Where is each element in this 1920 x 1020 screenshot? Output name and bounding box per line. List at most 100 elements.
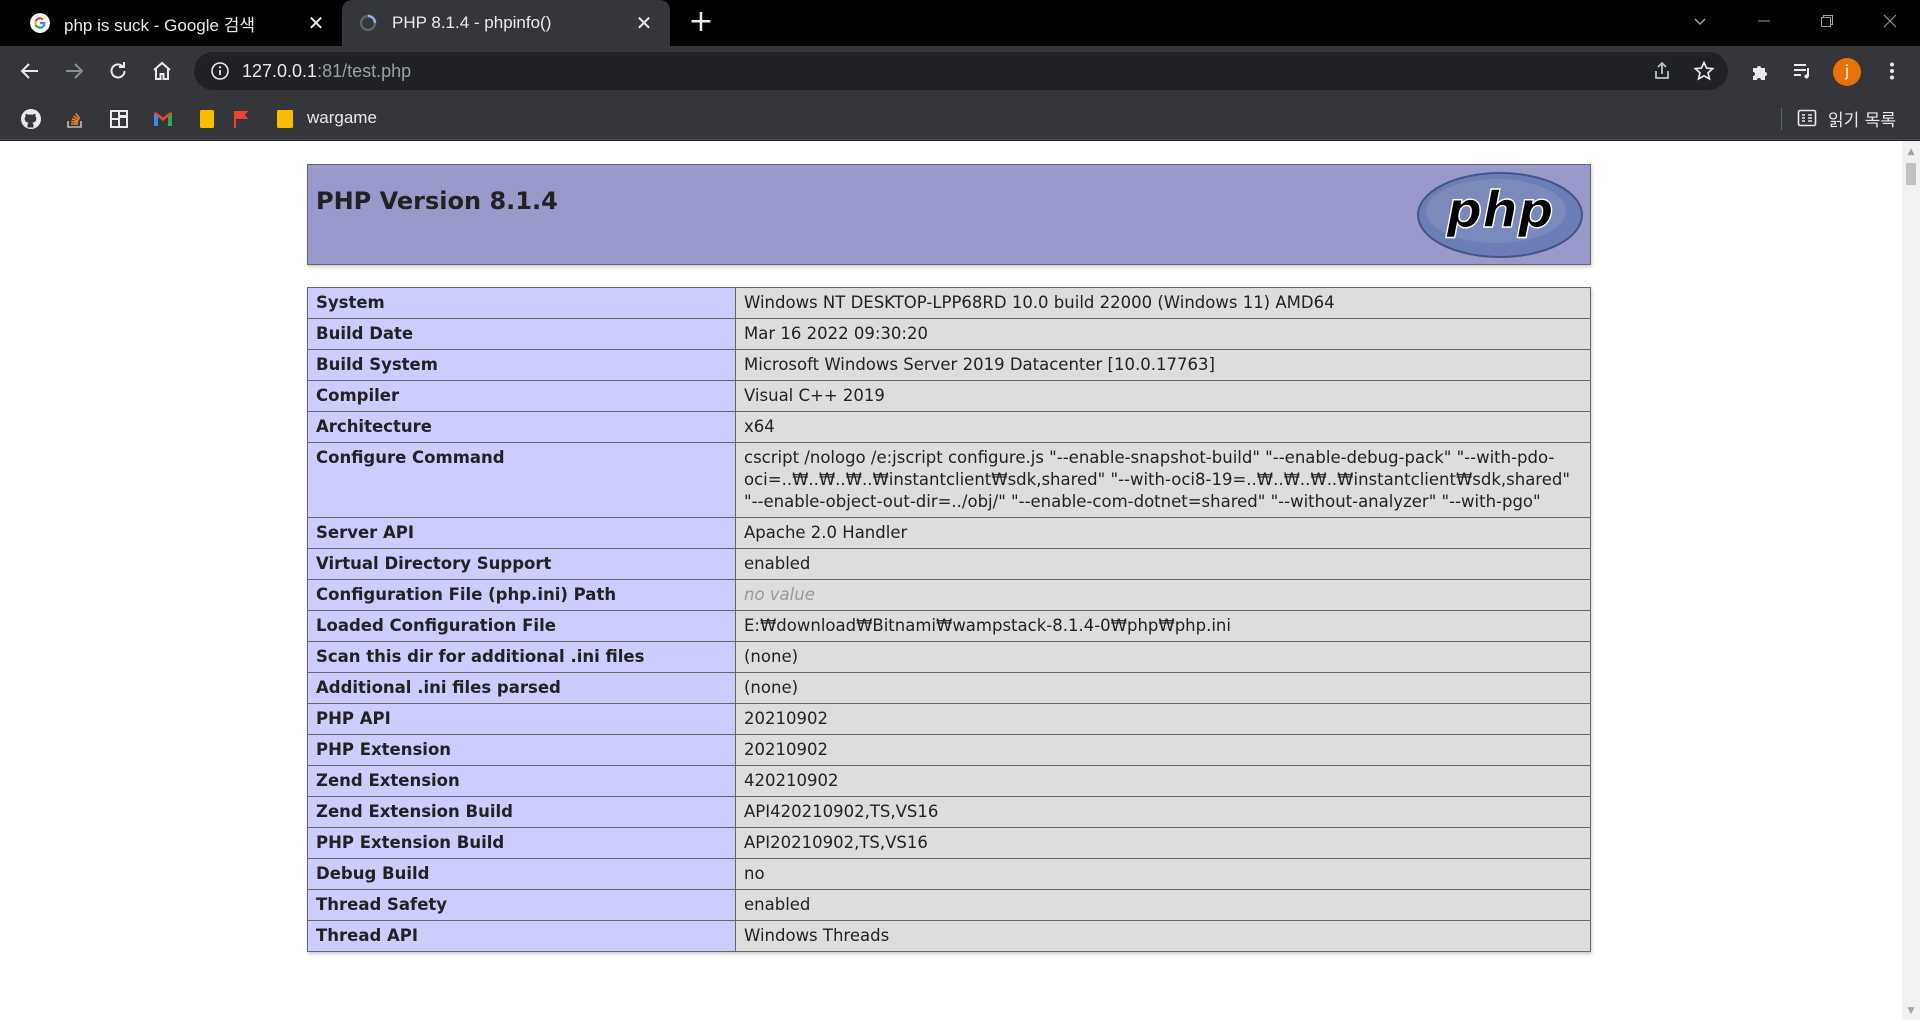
row-value: enabled xyxy=(735,548,1591,580)
row-key: Debug Build xyxy=(307,858,736,890)
table-row: PHP Extension Build API20210902,TS,VS16 xyxy=(307,827,1591,859)
share-button[interactable] xyxy=(1650,59,1674,83)
row-value: API20210902,TS,VS16 xyxy=(735,827,1591,859)
extensions-button[interactable] xyxy=(1744,55,1776,87)
stackoverflow-icon xyxy=(67,112,82,128)
table-row: System Windows NT DESKTOP-LPP68RD 10.0 bu… xyxy=(307,287,1591,319)
table-row: Additional .ini files parsed (none) xyxy=(307,672,1591,704)
bookmarks-bar: wargame 읽기 목록 xyxy=(0,96,1920,140)
table-row: Thread API Windows Threads xyxy=(307,920,1591,952)
row-key: Thread Safety xyxy=(307,889,736,921)
row-value: x64 xyxy=(735,411,1591,443)
page-title: PHP Version 8.1.4 xyxy=(316,187,558,215)
table-row: PHP Extension 20210902 xyxy=(307,734,1591,766)
row-value: no xyxy=(735,858,1591,890)
minimize-button[interactable] xyxy=(1734,0,1794,42)
bookmark-github[interactable] xyxy=(20,108,42,130)
flag-icon xyxy=(234,111,248,128)
media-control-button[interactable] xyxy=(1786,55,1818,87)
kebab-menu-icon xyxy=(1890,62,1894,80)
close-tab-icon[interactable]: ✕ xyxy=(304,11,328,35)
bookmark-star-button[interactable] xyxy=(1692,59,1716,83)
row-value: E:₩download₩Bitnami₩wampstack-8.1.4-0₩ph… xyxy=(735,610,1591,642)
close-window-button[interactable] xyxy=(1860,0,1920,42)
tab-google-search[interactable]: php is suck - Google 검색 ✕ xyxy=(0,0,342,46)
bookmark-folder-label[interactable]: wargame xyxy=(307,96,377,140)
vertical-scrollbar[interactable]: ▲ ▼ xyxy=(1902,141,1920,1020)
row-key: Compiler xyxy=(307,380,736,412)
row-key: PHP Extension Build xyxy=(307,827,736,859)
row-key: Thread API xyxy=(307,920,736,952)
reload-button[interactable] xyxy=(102,55,134,87)
row-key: System xyxy=(307,287,736,319)
back-button[interactable] xyxy=(14,55,46,87)
scroll-up-arrow-icon[interactable]: ▲ xyxy=(1906,147,1916,157)
reading-list-icon xyxy=(1797,109,1817,127)
table-row: Build System Microsoft Windows Server 201… xyxy=(307,349,1591,381)
new-tab-button[interactable]: + xyxy=(686,7,716,38)
php-logo-text: php xyxy=(1445,181,1553,239)
php-logo[interactable]: php xyxy=(1416,171,1584,259)
table-row: Server API Apache 2.0 Handler xyxy=(307,517,1591,549)
address-bar[interactable]: 127.0.0.1:81/test.php xyxy=(194,52,1728,90)
tab-search-button[interactable] xyxy=(1670,0,1730,42)
menu-button[interactable] xyxy=(1876,55,1908,87)
table-row: Zend Extension 420210902 xyxy=(307,765,1591,797)
row-value: 20210902 xyxy=(735,734,1591,766)
info-icon[interactable] xyxy=(210,61,230,81)
row-value: Mar 16 2022 09:30:20 xyxy=(735,318,1591,350)
arrow-left-icon xyxy=(20,63,38,79)
row-value: Visual C++ 2019 xyxy=(735,380,1591,412)
row-value: enabled xyxy=(735,889,1591,921)
arrow-right-icon xyxy=(66,63,84,79)
table-row: Architecture x64 xyxy=(307,411,1591,443)
bookmark-site[interactable] xyxy=(108,108,130,130)
page-viewport: PHP Version 8.1.4 php System Windows NT D… xyxy=(0,141,1902,1020)
row-key: Additional .ini files parsed xyxy=(307,672,736,704)
playlist-icon xyxy=(1794,64,1809,79)
table-row: Debug Build no xyxy=(307,858,1591,890)
row-key: Virtual Directory Support xyxy=(307,548,736,580)
folder-icon xyxy=(277,110,293,128)
row-key: Server API xyxy=(307,517,736,549)
bookmark-flag[interactable] xyxy=(230,108,252,130)
row-key: Configure Command xyxy=(307,442,736,518)
tab-phpinfo[interactable]: PHP 8.1.4 - phpinfo() ✕ xyxy=(342,0,670,46)
row-key: PHP Extension xyxy=(307,734,736,766)
google-icon xyxy=(30,13,50,33)
home-button[interactable] xyxy=(146,55,178,87)
url-text[interactable]: 127.0.0.1:81/test.php xyxy=(242,52,411,90)
bookmark-gmail[interactable] xyxy=(152,108,174,130)
row-value: Apache 2.0 Handler xyxy=(735,517,1591,549)
reading-list-button[interactable]: 읽기 목록 xyxy=(1796,96,1896,140)
row-key: PHP API xyxy=(307,703,736,735)
phpinfo-table: System Windows NT DESKTOP-LPP68RD 10.0 bu… xyxy=(307,287,1591,952)
table-row: Configuration File (php.ini) Path no valu… xyxy=(307,579,1591,611)
no-value-text: no value xyxy=(744,585,815,604)
table-row: Scan this dir for additional .ini files(… xyxy=(307,641,1591,673)
minimize-icon xyxy=(1758,20,1770,22)
scroll-down-arrow-icon[interactable]: ▼ xyxy=(1906,1006,1916,1016)
bookmark-stackoverflow[interactable] xyxy=(64,108,86,130)
github-icon xyxy=(21,109,41,129)
restore-icon xyxy=(1821,15,1833,27)
profile-avatar[interactable]: j xyxy=(1833,58,1861,86)
table-row: Virtual Directory Support enabled xyxy=(307,548,1591,580)
reading-list-label: 읽기 목록 xyxy=(1828,110,1896,131)
browser-toolbar: 127.0.0.1:81/test.php j xyxy=(0,46,1920,96)
row-key: Configuration File (php.ini) Path xyxy=(307,579,736,611)
row-key: Architecture xyxy=(307,411,736,443)
home-icon xyxy=(153,61,171,80)
restore-button[interactable] xyxy=(1797,0,1857,42)
forward-button[interactable] xyxy=(58,55,90,87)
scrollbar-thumb[interactable] xyxy=(1906,163,1916,185)
bookmark-note[interactable] xyxy=(196,108,218,130)
bookmarks-separator xyxy=(1781,108,1782,130)
row-value: 20210902 xyxy=(735,703,1591,735)
row-key: Build Date xyxy=(307,318,736,350)
bookmark-folder-wargame[interactable] xyxy=(274,108,296,130)
tab-title: PHP 8.1.4 - phpinfo() xyxy=(392,13,552,32)
reload-icon xyxy=(110,62,126,79)
table-row: PHP API 20210902 xyxy=(307,703,1591,735)
close-tab-icon[interactable]: ✕ xyxy=(632,11,656,35)
